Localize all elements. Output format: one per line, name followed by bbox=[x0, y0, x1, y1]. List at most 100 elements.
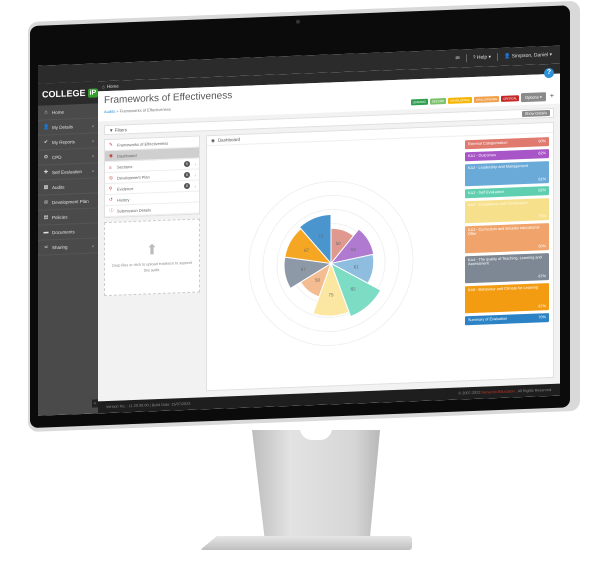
rating-badge-critical: Critical bbox=[501, 94, 519, 102]
legend-item[interactable]: KA2 - Compliance and Governance 75% bbox=[465, 198, 549, 224]
nav-item-label: Sections bbox=[117, 163, 133, 170]
segment-value-label: 62 bbox=[351, 247, 357, 252]
legend-percent: 82% bbox=[538, 188, 546, 193]
segment-value-label: 67 bbox=[304, 248, 310, 253]
legend-percent: 75% bbox=[538, 214, 546, 219]
legend-item[interactable]: KA2 - Self Evaluation 82% bbox=[465, 186, 549, 199]
main-area: ⌂ Home Frameworks of Effectiveness Audit… bbox=[98, 63, 560, 414]
sidebar-item-label: Policies bbox=[52, 214, 68, 220]
legend-percent: 61% bbox=[538, 177, 546, 182]
monitor-photo: ✉ ? Help ▾ 👤 Simpson, Daniel ▾ COLLEGE i… bbox=[0, 0, 600, 574]
legend-label: KA2 - Compliance and Governance bbox=[468, 200, 528, 208]
legend-label: KA2 - Self Evaluation bbox=[468, 189, 504, 196]
polar-area-chart: 50 62 61 82 75 50 67 67 70 bbox=[248, 180, 414, 346]
page-toolbar: Leading Secure Developing Challenging Critic… bbox=[410, 92, 554, 107]
sidebar-item-label: Development Plan bbox=[52, 198, 89, 205]
legend-label: Summary of Evaluation bbox=[468, 316, 508, 323]
legend-percent: 70% bbox=[538, 315, 546, 320]
list-icon: ≡ bbox=[109, 164, 112, 170]
chevron-right-icon: › bbox=[194, 183, 196, 189]
home-crumb-link[interactable]: Home bbox=[107, 83, 119, 88]
filters-label: Filters bbox=[114, 126, 127, 133]
version-number: Version No. : 11.20.00.00 bbox=[106, 403, 149, 410]
legend-label: KA3 - Curriculum and Broader educational… bbox=[468, 225, 540, 237]
legend-label: KA2 - Leadership and Management bbox=[468, 163, 528, 171]
breadcrumb-audits-link[interactable]: Audits bbox=[104, 109, 115, 114]
brand-link[interactable]: Servertio Education bbox=[482, 389, 515, 394]
user-menu[interactable]: 👤 Simpson, Daniel ▾ bbox=[504, 52, 552, 60]
chevron-down-icon: ▾ bbox=[91, 138, 94, 144]
envelope-icon[interactable]: ✉ bbox=[455, 55, 459, 61]
nav-item-label: History bbox=[117, 196, 130, 203]
legend-label: KA1 - Outcomes bbox=[468, 153, 496, 159]
legend-item[interactable]: KA4 - The quality of Teaching, Learning … bbox=[465, 253, 549, 284]
legend-percent: 62% bbox=[538, 151, 546, 156]
evidence-dropzone[interactable]: ⬆ Drop files or click to upload evidence… bbox=[104, 218, 200, 297]
dashboard-title: Dashboard bbox=[217, 136, 240, 143]
rating-badge-developing: Developing bbox=[448, 96, 472, 104]
home-icon: ⌂ bbox=[44, 109, 48, 116]
legend-item[interactable]: External Categorisation 50% bbox=[465, 137, 549, 150]
show-details-button[interactable]: Show Details bbox=[521, 110, 550, 118]
sidebar-item-sharing[interactable]: ⋖ Sharing ▾ bbox=[38, 238, 98, 256]
chevron-right-icon: › bbox=[194, 161, 196, 167]
edit-icon: ✎ bbox=[109, 141, 113, 147]
chevron-down-icon: ▾ bbox=[91, 153, 94, 159]
monitor-stand-neck bbox=[252, 430, 380, 540]
help-circle-icon[interactable]: ? bbox=[544, 67, 554, 79]
dashboard-panel: ◉ Dashboard 50 62 61 82 75 50 67 67 70 External … bbox=[206, 121, 554, 392]
copyright-years: © 2007-2023 bbox=[458, 390, 481, 396]
college-ip-logo[interactable]: COLLEGE iP bbox=[38, 81, 99, 106]
nav-item-label: Submission Details bbox=[117, 206, 152, 214]
footer-separator: | bbox=[149, 403, 151, 408]
segment-value-label: 82 bbox=[351, 286, 357, 291]
chevron-down-icon: ▾ bbox=[91, 123, 94, 129]
segment-value-label: 67 bbox=[301, 267, 307, 272]
breadcrumb-separator: » bbox=[116, 108, 119, 114]
target-icon: ◎ bbox=[109, 174, 113, 180]
build-date: Build Date: 15/07/2023 bbox=[151, 401, 191, 408]
audit-nav-list: ✎ Frameworks of Effectiveness ◉ Dashboard ≡ S… bbox=[104, 135, 200, 219]
count-badge: 5 bbox=[184, 160, 190, 168]
legend-label: External Categorisation bbox=[468, 140, 508, 147]
user-name: Simpson, Daniel bbox=[511, 52, 549, 60]
copyright-text: . All Rights Reserved. bbox=[515, 387, 552, 394]
legend-item[interactable]: KA5 - Behaviour and Climate for Learning… bbox=[465, 283, 549, 314]
user-icon: 👤 bbox=[43, 124, 50, 131]
rating-badge-secure: Secure bbox=[429, 97, 447, 105]
legend-item[interactable]: KA3 - Curriculum and Broader educational… bbox=[465, 223, 549, 254]
options-dropdown-button[interactable]: Options ▾ bbox=[521, 92, 546, 103]
chevron-down-icon: ▾ bbox=[91, 243, 94, 249]
legend-percent: 50% bbox=[538, 244, 546, 249]
legend-item[interactable]: Summary of Evaluation 70% bbox=[465, 313, 549, 326]
nav-item-label: Frameworks of Effectiveness bbox=[117, 140, 169, 148]
history-icon: ↺ bbox=[109, 196, 113, 202]
legend-label: KA4 - The quality of Teaching, Learning … bbox=[468, 255, 542, 267]
divider bbox=[465, 54, 467, 63]
legend-percent: 67% bbox=[538, 274, 546, 279]
count-badge: 0 bbox=[184, 182, 190, 190]
legend-percent: 50% bbox=[538, 139, 546, 144]
target-icon: ◎ bbox=[43, 199, 49, 206]
sidebar: COLLEGE iP ⌂ Home 👤 My Details ▾ ✔ My Reports ▾… bbox=[38, 81, 99, 416]
check-icon: ✔ bbox=[43, 139, 49, 146]
help-menu[interactable]: ? Help ▾ bbox=[473, 54, 491, 61]
nav-item-label: Dashboard bbox=[117, 152, 137, 159]
sidebar-item-label: My Reports bbox=[52, 138, 76, 145]
chart-icon: ▦ bbox=[43, 184, 49, 191]
legend-item[interactable]: KA2 - Leadership and Management 61% bbox=[465, 161, 549, 187]
monitor-bezel: ✉ ? Help ▾ 👤 Simpson, Daniel ▾ COLLEGE i… bbox=[30, 5, 570, 429]
rating-badge-challenging: Challenging bbox=[473, 95, 500, 103]
sidebar-item-label: Sharing bbox=[52, 244, 68, 250]
add-button[interactable]: + bbox=[550, 93, 554, 100]
help-label: Help bbox=[476, 54, 488, 61]
segment-value-label: 50 bbox=[315, 277, 321, 282]
breadcrumb-current: Frameworks of Effectiveness bbox=[119, 106, 171, 114]
app-screen: ✉ ? Help ▾ 👤 Simpson, Daniel ▾ COLLEGE i… bbox=[38, 45, 560, 416]
legend-item[interactable]: KA1 - Outcomes 62% bbox=[465, 149, 549, 162]
chevron-right-icon: › bbox=[194, 172, 196, 178]
nav-item-submission-details[interactable]: ⓘ Submission Details bbox=[105, 202, 199, 218]
camera-dot bbox=[296, 19, 300, 24]
chevron-down-icon: ▾ bbox=[91, 168, 94, 174]
sidebar-item-label: My Details bbox=[52, 123, 74, 130]
